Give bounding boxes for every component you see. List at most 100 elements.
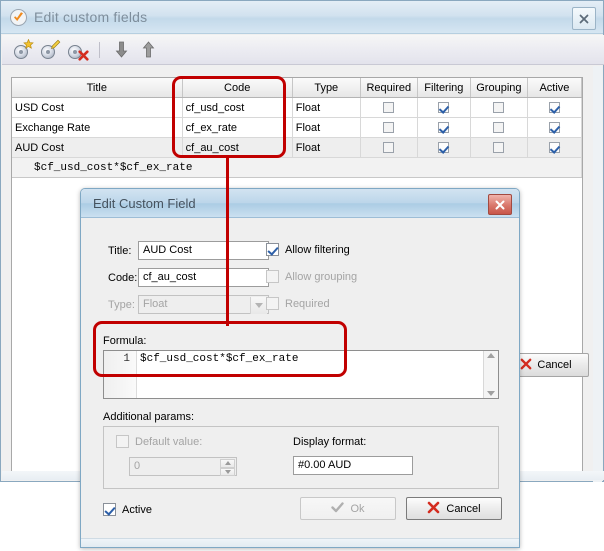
dialog-cancel-button[interactable]: Cancel xyxy=(406,497,502,520)
cell-active[interactable] xyxy=(527,138,581,158)
cell-title: USD Cost xyxy=(12,98,182,118)
cancel-x-icon xyxy=(427,501,440,517)
allow-grouping-label: Allow grouping xyxy=(285,271,357,283)
column-header-grouping[interactable]: Grouping xyxy=(470,78,527,98)
default-value-checkbox xyxy=(116,435,129,448)
cell-filtering[interactable] xyxy=(417,118,470,138)
column-header-filtering[interactable]: Filtering xyxy=(417,78,470,98)
required-checkbox xyxy=(266,297,279,310)
checkbox-required[interactable] xyxy=(383,142,394,153)
formula-editor[interactable]: 1 $cf_usd_cost*$cf_ex_rate xyxy=(103,350,499,399)
checkbox-active[interactable] xyxy=(549,102,560,113)
column-header-title[interactable]: Title xyxy=(12,78,182,98)
allow-filtering-checkbox-row[interactable]: Allow filtering xyxy=(266,243,350,256)
checkbox-grouping[interactable] xyxy=(493,102,504,113)
table-row[interactable]: Exchange Rate cf_ex_rate Float xyxy=(12,118,582,138)
checkbox-required[interactable] xyxy=(383,122,394,133)
cell-grouping[interactable] xyxy=(470,138,527,158)
main-toolbar xyxy=(2,35,604,65)
edit-custom-field-dialog: Edit Custom Field Title: AUD Cost Code: … xyxy=(80,188,520,548)
additional-params-group: Default value: 0 Display format: #0.00 A… xyxy=(103,426,499,489)
checkbox-filtering[interactable] xyxy=(438,142,449,153)
checkbox-active[interactable] xyxy=(549,142,560,153)
spinner-buttons xyxy=(220,459,235,476)
cell-filtering[interactable] xyxy=(417,138,470,158)
edit-custom-field-icon[interactable] xyxy=(41,40,60,59)
required-label: Required xyxy=(285,298,330,310)
dialog-statusbar xyxy=(81,538,519,547)
column-header-code[interactable]: Code xyxy=(182,78,292,98)
cancel-x-icon xyxy=(520,358,532,373)
allow-filtering-label: Allow filtering xyxy=(285,244,350,256)
cell-grouping[interactable] xyxy=(470,98,527,118)
allow-grouping-checkbox xyxy=(266,270,279,283)
cell-code: cf_ex_rate xyxy=(182,118,292,138)
move-down-icon[interactable] xyxy=(112,40,131,59)
cell-required[interactable] xyxy=(360,118,417,138)
type-combobox-value: Float xyxy=(143,298,167,310)
required-checkbox-row: Required xyxy=(266,297,330,310)
cell-type: Float xyxy=(292,118,360,138)
cell-grouping[interactable] xyxy=(470,118,527,138)
dialog-title: Edit Custom Field xyxy=(93,196,196,211)
active-checkbox[interactable] xyxy=(103,503,116,516)
active-label: Active xyxy=(122,504,152,516)
table-row[interactable]: USD Cost cf_usd_cost Float xyxy=(12,98,582,118)
column-header-active[interactable]: Active xyxy=(527,78,581,98)
cell-active[interactable] xyxy=(527,118,581,138)
checkbox-filtering[interactable] xyxy=(438,122,449,133)
column-header-type[interactable]: Type xyxy=(292,78,360,98)
display-format-input[interactable]: #0.00 AUD xyxy=(293,456,413,475)
dialog-titlebar: Edit Custom Field xyxy=(81,189,519,218)
checkbox-grouping[interactable] xyxy=(493,142,504,153)
cell-code: cf_au_cost xyxy=(182,138,292,158)
main-window-close-button[interactable] xyxy=(572,7,596,30)
checkbox-active[interactable] xyxy=(549,122,560,133)
formula-line-number: 1 xyxy=(104,353,130,365)
formula-scrollbar[interactable] xyxy=(483,351,498,398)
cell-required[interactable] xyxy=(360,98,417,118)
dialog-cancel-label: Cancel xyxy=(446,503,480,515)
display-format-label: Display format: xyxy=(293,436,366,448)
allow-filtering-checkbox[interactable] xyxy=(266,243,279,256)
check-icon xyxy=(331,501,344,517)
default-value-input: 0 xyxy=(134,460,140,472)
main-window-scroll-gutter[interactable] xyxy=(593,66,602,482)
title-input[interactable]: AUD Cost xyxy=(138,241,269,260)
scroll-up-icon[interactable] xyxy=(487,353,495,358)
active-checkbox-row[interactable]: Active xyxy=(103,503,152,516)
cell-active[interactable] xyxy=(527,98,581,118)
grid-detail-formula-row: $cf_usd_cost*$cf_ex_rate xyxy=(12,158,582,178)
scroll-down-icon[interactable] xyxy=(487,391,495,396)
code-input[interactable]: cf_au_cost xyxy=(138,268,269,287)
cell-filtering[interactable] xyxy=(417,98,470,118)
cell-required[interactable] xyxy=(360,138,417,158)
formula-text[interactable]: $cf_usd_cost*$cf_ex_rate xyxy=(140,353,298,365)
delete-custom-field-icon[interactable] xyxy=(68,40,87,59)
additional-params-label: Additional params: xyxy=(103,411,194,423)
allow-grouping-checkbox-row: Allow grouping xyxy=(266,270,357,283)
code-field-label: Code: xyxy=(108,272,137,284)
title-field-label: Title: xyxy=(108,245,131,257)
table-row[interactable]: AUD Cost cf_au_cost Float xyxy=(12,138,582,158)
default-value-checkbox-row: Default value: xyxy=(116,435,202,448)
checkbox-required[interactable] xyxy=(383,102,394,113)
cell-type: Float xyxy=(292,98,360,118)
type-combobox[interactable]: Float xyxy=(138,295,269,314)
type-field-label: Type: xyxy=(108,299,135,311)
cell-type: Float xyxy=(292,138,360,158)
cell-code: cf_usd_cost xyxy=(182,98,292,118)
add-custom-field-icon[interactable] xyxy=(14,40,33,59)
column-header-required[interactable]: Required xyxy=(360,78,417,98)
cell-title: Exchange Rate xyxy=(12,118,182,138)
checkbox-filtering[interactable] xyxy=(438,102,449,113)
chevron-down-icon[interactable] xyxy=(250,297,267,314)
move-up-icon[interactable] xyxy=(139,40,158,59)
dialog-close-button[interactable] xyxy=(488,194,512,215)
default-value-label: Default value: xyxy=(135,436,202,448)
ok-label: Ok xyxy=(350,503,364,515)
checkbox-grouping[interactable] xyxy=(493,122,504,133)
main-window-titlebar: Edit custom fields xyxy=(1,1,603,34)
page-title: Edit custom fields xyxy=(34,9,147,25)
ok-button[interactable]: Ok xyxy=(300,497,396,520)
